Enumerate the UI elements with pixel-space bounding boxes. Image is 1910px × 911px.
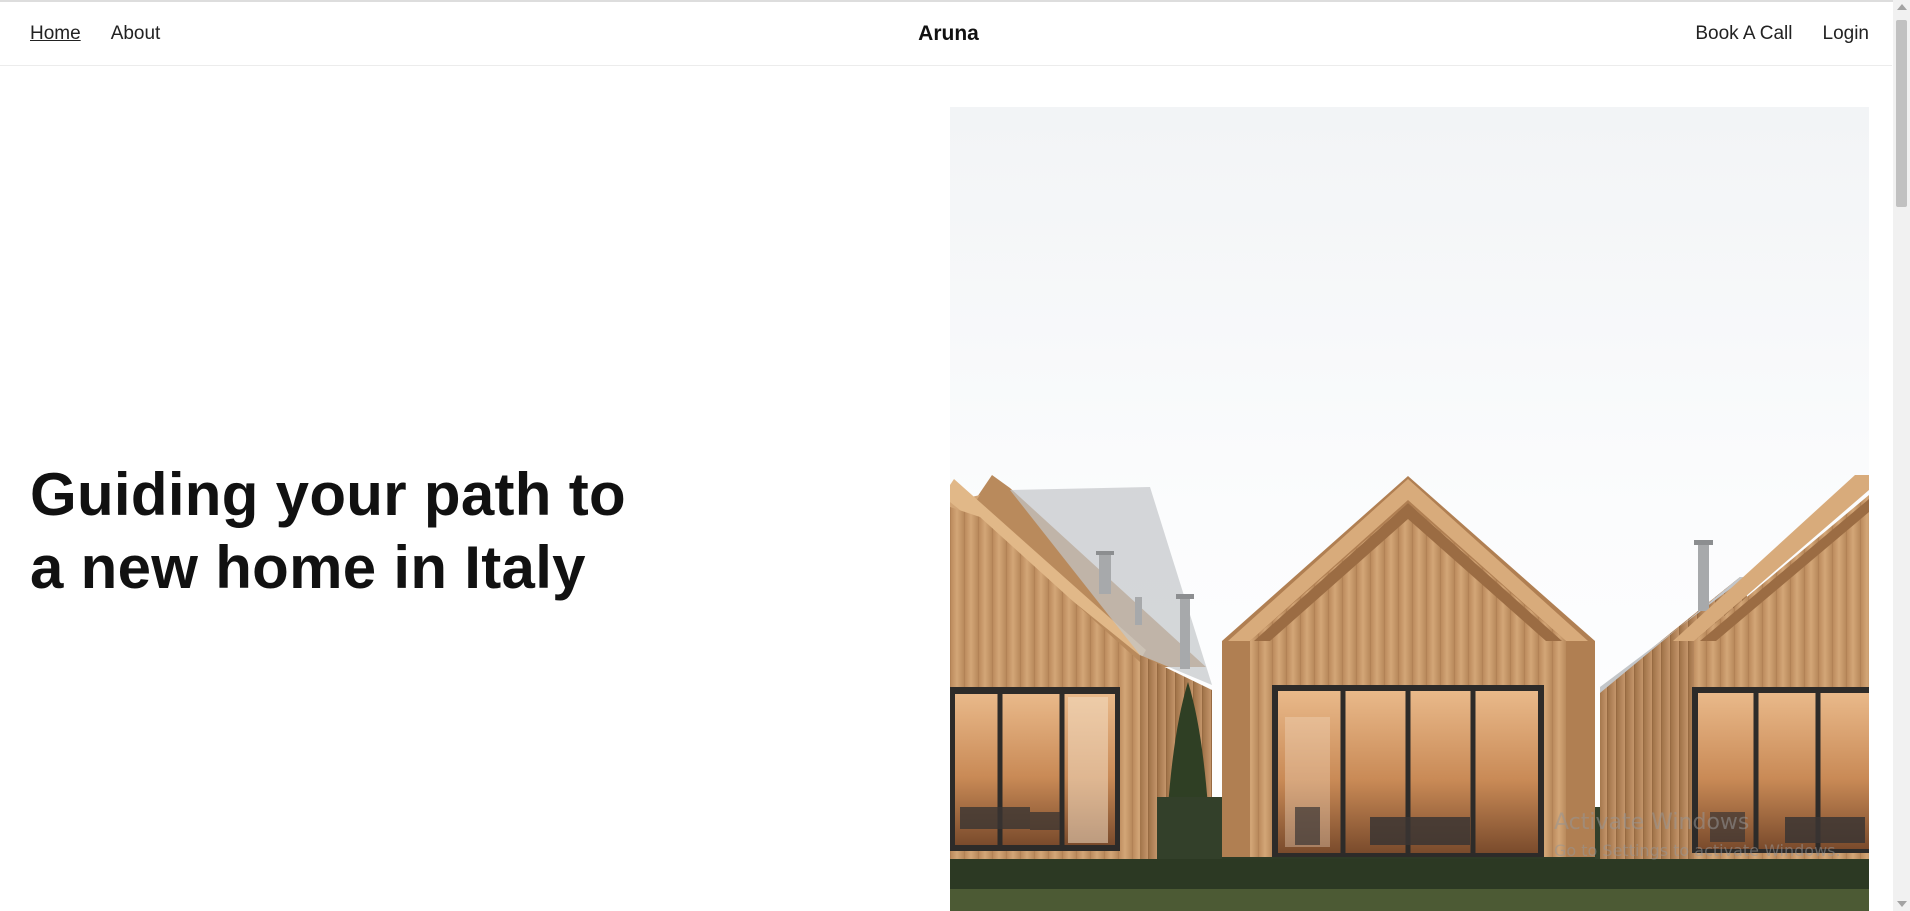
nav-link-about[interactable]: About <box>111 23 161 45</box>
scroll-up-arrow-icon[interactable] <box>1897 4 1907 10</box>
hero-image <box>950 107 1869 911</box>
nav-link-home[interactable]: Home <box>30 23 81 45</box>
modern-houses-illustration <box>950 107 1869 911</box>
scroll-down-arrow-icon[interactable] <box>1897 901 1907 907</box>
top-navbar: Home About Aruna Book A Call Login <box>0 2 1892 66</box>
brand-logo: Aruna <box>918 22 979 45</box>
scroll-thumb[interactable] <box>1896 20 1907 207</box>
nav-right: Book A Call Login <box>1695 2 1869 66</box>
vertical-scrollbar[interactable] <box>1893 0 1910 911</box>
login-link[interactable]: Login <box>1823 23 1870 45</box>
book-a-call-link[interactable]: Book A Call <box>1695 23 1792 45</box>
nav-left: Home About <box>30 2 160 66</box>
hero-title: Guiding your path to a new home in Italy <box>30 461 626 601</box>
lawn <box>950 889 1869 911</box>
hedge-row <box>950 859 1869 889</box>
